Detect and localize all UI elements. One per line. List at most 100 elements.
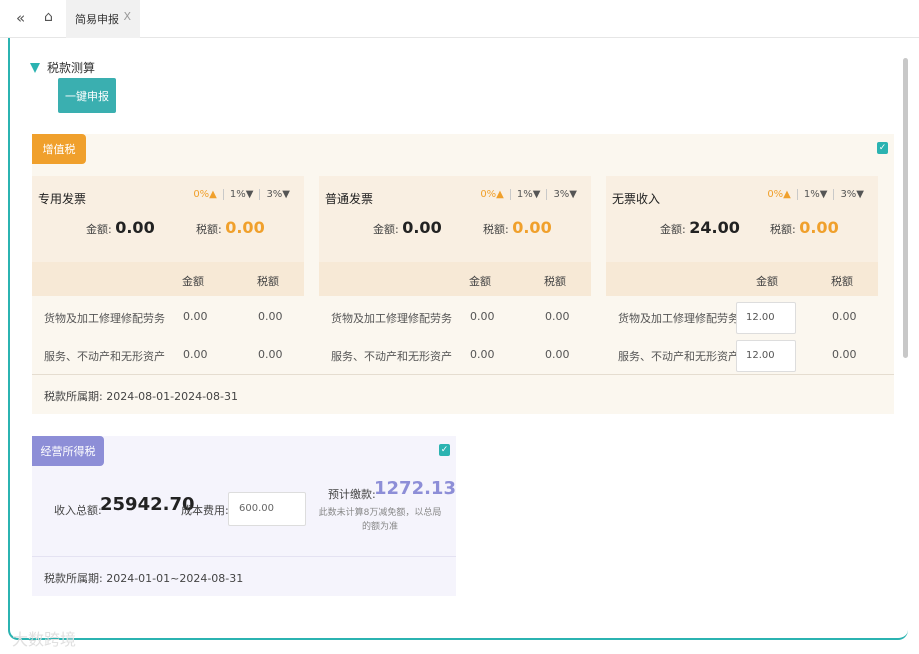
rate-1[interactable]: 1%▼ (796, 189, 834, 200)
tax-label: 预计缴款: (328, 488, 376, 501)
row-amount: 0.00 (470, 348, 495, 361)
tax-summary: 税额: 0.00 (770, 218, 839, 237)
rate-1[interactable]: 1%▼ (222, 189, 260, 200)
cost-input[interactable]: 600.00 (228, 492, 306, 526)
table-row: 服务、不动产和无形资产 0.00 0.00 (32, 336, 304, 374)
watermark: 大数跨境 (12, 630, 77, 649)
row-label: 货物及加工修理修配劳务 (618, 312, 739, 325)
business-checkbox[interactable]: ✓ (439, 444, 450, 456)
card-no-invoice-income: 无票收入 0%▲ 1%▼ 3%▼ 金额: 24.00 税额: 0.00 金额 税… (606, 176, 878, 374)
amount-input[interactable]: 12.00 (736, 340, 796, 372)
rate-selector: 0%▲ 1%▼ 3%▼ (187, 189, 296, 200)
rate-selector: 0%▲ 1%▼ 3%▼ (761, 189, 870, 200)
amount-label: 金额: (86, 223, 112, 236)
home-icon[interactable]: ⌂ (44, 9, 53, 25)
vat-block: 增值税 ✓ 专用发票 0%▲ 1%▼ 3%▼ 金额: 0.00 税额: 0.00… (32, 134, 894, 414)
table-row: 服务、不动产和无形资产 0.00 0.00 (319, 336, 591, 374)
card-name: 普通发票 (325, 192, 374, 206)
row-label: 服务、不动产和无形资产 (618, 350, 739, 363)
row-tax: 0.00 (258, 348, 283, 361)
table-row: 货物及加工修理修配劳务 0.00 0.00 (319, 298, 591, 336)
row-tax: 0.00 (545, 348, 570, 361)
amount-value: 0.00 (115, 218, 155, 237)
cost-label: 成本费用: (181, 504, 229, 517)
tax-value: 0.00 (512, 218, 552, 237)
column-header: 金额 税额 (319, 262, 591, 296)
amount-summary: 金额: 24.00 (660, 218, 740, 237)
vat-tag: 增值税 (32, 134, 86, 164)
income-label: 收入总额: (54, 504, 102, 517)
card-general-invoice: 普通发票 0%▲ 1%▼ 3%▼ 金额: 0.00 税额: 0.00 金额 税额… (319, 176, 591, 374)
row-tax: 0.00 (545, 310, 570, 323)
amount-label: 金额: (660, 223, 686, 236)
col-tax: 税额 (257, 275, 279, 288)
scrollbar[interactable] (903, 58, 908, 358)
rate-0[interactable]: 0%▲ (187, 189, 223, 200)
card-special-invoice: 专用发票 0%▲ 1%▼ 3%▼ 金额: 0.00 税额: 0.00 金额 税额… (32, 176, 304, 374)
rate-3[interactable]: 3%▼ (259, 189, 296, 200)
rate-0[interactable]: 0%▲ (474, 189, 510, 200)
row-amount: 0.00 (183, 348, 208, 361)
tab-bar: « ⌂ 简易申报 X (0, 0, 919, 38)
business-body: 收入总额: 25942.70 成本费用: 600.00 预计缴款: 1272.1… (32, 466, 456, 556)
tax-summary: 税额: 0.00 (196, 218, 265, 237)
vat-period: 税款所属期: 2024-08-01-2024-08-31 (44, 390, 239, 403)
row-label: 货物及加工修理修配劳务 (331, 312, 452, 325)
card-head: 专用发票 0%▲ 1%▼ 3%▼ 金额: 0.00 税额: 0.00 (32, 176, 304, 262)
col-tax: 税额 (831, 275, 853, 288)
rate-selector: 0%▲ 1%▼ 3%▼ (474, 189, 583, 200)
table-row: 货物及加工修理修配劳务 12.00 0.00 (606, 298, 878, 336)
tax-label: 税额: (196, 223, 222, 236)
tax-value: 0.00 (799, 218, 839, 237)
amount-summary: 金额: 0.00 (373, 218, 442, 237)
row-amount: 0.00 (183, 310, 208, 323)
business-period: 税款所属期: 2024-01-01~2024-08-31 (44, 572, 244, 585)
tab-simple-declare[interactable]: 简易申报 X (66, 0, 140, 38)
table-row: 服务、不动产和无形资产 12.00 0.00 (606, 336, 878, 374)
card-head: 普通发票 0%▲ 1%▼ 3%▼ 金额: 0.00 税额: 0.00 (319, 176, 591, 262)
row-label: 货物及加工修理修配劳务 (44, 312, 165, 325)
col-amount: 金额 (469, 275, 491, 288)
table-row: 货物及加工修理修配劳务 0.00 0.00 (32, 298, 304, 336)
amount-label: 金额: (373, 223, 399, 236)
tax-label: 税额: (770, 223, 796, 236)
col-tax: 税额 (544, 275, 566, 288)
row-label: 服务、不动产和无形资产 (331, 350, 452, 363)
amount-value: 24.00 (689, 218, 740, 237)
tax-value: 1272.13 (374, 478, 456, 499)
tax-value: 0.00 (225, 218, 265, 237)
rate-3[interactable]: 3%▼ (833, 189, 870, 200)
close-icon[interactable]: X (123, 10, 131, 23)
business-income-block: 经营所得税 ✓ 收入总额: 25942.70 成本费用: 600.00 预计缴款… (32, 436, 456, 596)
tax-note: 此数未计算8万减免额，以总局的额为准 (318, 508, 442, 532)
col-amount: 金额 (182, 275, 204, 288)
amount-summary: 金额: 0.00 (86, 218, 155, 237)
section-title: 税款测算 (47, 61, 96, 75)
row-tax: 0.00 (258, 310, 283, 323)
amount-input[interactable]: 12.00 (736, 302, 796, 334)
column-header: 金额 税额 (606, 262, 878, 296)
app-frame: « ⌂ 简易申报 X 税款测算 一键申报 增值税 ✓ 专用发票 0%▲ 1%▼ … (0, 0, 919, 654)
rate-3[interactable]: 3%▼ (546, 189, 583, 200)
row-amount: 0.00 (470, 310, 495, 323)
divider (32, 556, 456, 557)
vat-checkbox[interactable]: ✓ (877, 142, 888, 154)
card-head: 无票收入 0%▲ 1%▼ 3%▼ 金额: 24.00 税额: 0.00 (606, 176, 878, 262)
row-tax: 0.00 (832, 310, 857, 323)
row-tax: 0.00 (832, 348, 857, 361)
business-tax-tag: 经营所得税 (32, 436, 104, 466)
card-name: 专用发票 (38, 192, 87, 206)
column-header: 金额 税额 (32, 262, 304, 296)
card-name: 无票收入 (612, 192, 661, 206)
rate-1[interactable]: 1%▼ (509, 189, 547, 200)
tax-summary: 税额: 0.00 (483, 218, 552, 237)
col-amount: 金额 (756, 275, 778, 288)
one-click-declare-button[interactable]: 一键申报 (58, 78, 116, 113)
collapse-triangle-icon[interactable] (30, 63, 40, 73)
row-label: 服务、不动产和无形资产 (44, 350, 165, 363)
divider (32, 374, 894, 375)
content-panel: 税款测算 一键申报 增值税 ✓ 专用发票 0%▲ 1%▼ 3%▼ 金额: 0.0… (8, 38, 908, 640)
amount-value: 0.00 (402, 218, 442, 237)
rate-0[interactable]: 0%▲ (761, 189, 797, 200)
double-chevron-left-icon[interactable]: « (16, 9, 25, 27)
